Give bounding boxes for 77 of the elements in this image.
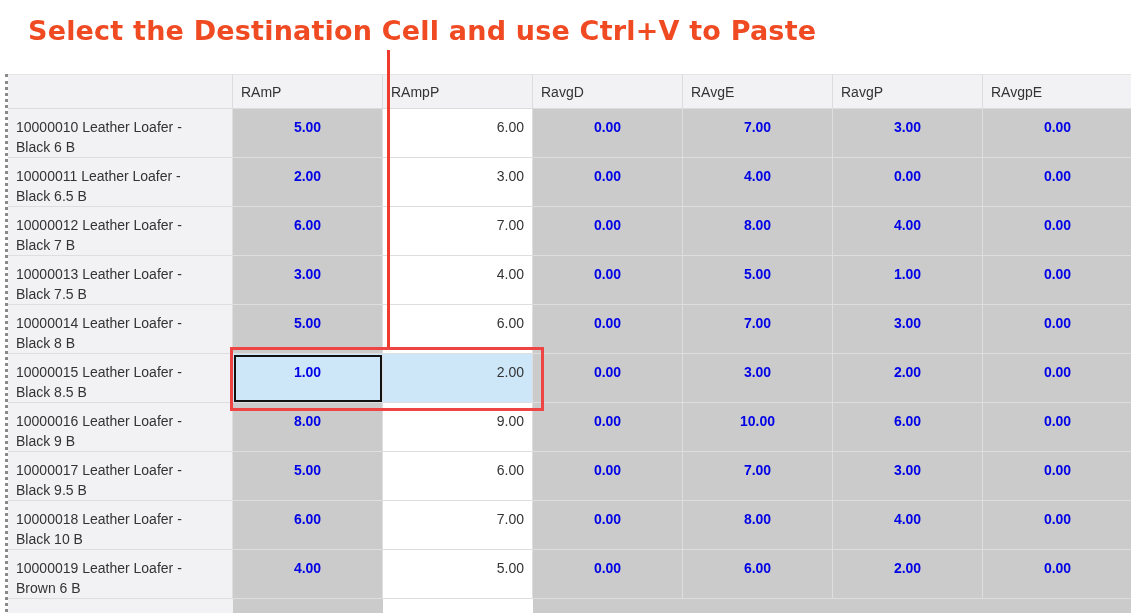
table-cell[interactable]: 0.00 [983,550,1131,599]
table-cell[interactable]: 0.00 [983,158,1131,207]
table-cell[interactable]: 0.00 [983,354,1131,403]
table-cell[interactable]: 4.00 [683,158,833,207]
table-cell[interactable]: 6.00 [233,207,383,256]
table-cell[interactable]: 5.00 [233,109,383,158]
table-cell[interactable]: 6.00 [833,403,983,452]
table-cell[interactable]: 0.00 [983,207,1131,256]
column-header[interactable]: RavgP [833,74,983,109]
table-cell[interactable]: 5.00 [233,452,383,501]
row-label: 10000017 Leather Loafer - Black 9.5 B [8,452,233,501]
table-cell[interactable]: 0.00 [533,305,683,354]
table-cell[interactable]: 0.00 [533,403,683,452]
table-cell[interactable]: 3.00 [683,354,833,403]
column-header[interactable]: RAmP [233,74,383,109]
row-label: 10000019 Leather Loafer - Brown 6 B [8,550,233,599]
row-label: 10000013 Leather Loafer - Black 7.5 B [8,256,233,305]
table-cell[interactable]: 3.00 [833,305,983,354]
column-header[interactable]: RavgD [533,74,683,109]
table-cell[interactable]: 1.00 [833,256,983,305]
table-cell[interactable]: 8.00 [683,207,833,256]
column-header[interactable]: RAmpP [383,74,533,109]
table-cell[interactable]: 7.00 [683,109,833,158]
table-cell[interactable]: 6.00 [383,109,533,158]
table-cell[interactable]: 4.00 [233,550,383,599]
table-cell[interactable]: 5.00 [683,256,833,305]
table-cell[interactable]: 6.00 [383,305,533,354]
row-label: 10000011 Leather Loafer - Black 6.5 B [8,158,233,207]
table-cell[interactable]: 0.00 [533,256,683,305]
table-cell[interactable]: 2.00 [833,550,983,599]
table-cell[interactable]: 0.00 [983,452,1131,501]
table-cell[interactable]: 0.00 [533,550,683,599]
table-cell[interactable]: 0.00 [533,207,683,256]
column-header[interactable]: RAvgE [683,74,833,109]
table-cell[interactable]: 0.00 [983,109,1131,158]
table-cell[interactable]: 0.00 [983,305,1131,354]
table-cell[interactable]: 3.00 [233,256,383,305]
row-label: 10000012 Leather Loafer - Black 7 B [8,207,233,256]
table-cell[interactable]: 7.00 [383,501,533,550]
table-cell[interactable]: 4.00 [383,256,533,305]
table-cell[interactable]: 0.00 [533,452,683,501]
row-label: 10000018 Leather Loafer - Black 10 B [8,501,233,550]
table-cell[interactable]: 10.00 [683,403,833,452]
table-cell[interactable]: 3.00 [833,452,983,501]
table-cell[interactable]: 4.00 [833,207,983,256]
table-cell[interactable]: 6.00 [683,550,833,599]
table-cell[interactable]: 1.00 [233,354,383,403]
table-cell[interactable]: 0.00 [983,501,1131,550]
row-label: 10000016 Leather Loafer - Black 9 B [8,403,233,452]
table-cell[interactable]: 0.00 [533,354,683,403]
row-label: 10000010 Leather Loafer - Black 6 B [8,109,233,158]
table-cell[interactable]: 6.00 [233,501,383,550]
table-cell[interactable]: 7.00 [683,305,833,354]
table-cell[interactable]: 7.00 [383,207,533,256]
table-cell[interactable]: 6.00 [383,452,533,501]
table-cell[interactable]: 5.00 [233,305,383,354]
table-cell[interactable]: 2.00 [233,158,383,207]
table-cell[interactable]: 8.00 [233,403,383,452]
table-cell[interactable]: 3.00 [383,158,533,207]
row-label: 10000014 Leather Loafer - Black 8 B [8,305,233,354]
row-label: 10000015 Leather Loafer - Black 8.5 B [8,354,233,403]
table-cell[interactable]: 0.00 [533,501,683,550]
column-header[interactable]: RAvgpE [983,74,1131,109]
table-cell[interactable]: 0.00 [833,158,983,207]
table-cell[interactable]: 4.00 [833,501,983,550]
table-cell[interactable]: 9.00 [383,403,533,452]
table-cell[interactable]: 0.00 [983,403,1131,452]
table-cell[interactable]: 0.00 [533,158,683,207]
table-cell[interactable]: 7.00 [683,452,833,501]
table-cell[interactable]: 8.00 [683,501,833,550]
table-cell[interactable]: 2.00 [833,354,983,403]
table-cell[interactable]: 3.00 [833,109,983,158]
table-cell[interactable]: 2.00 [383,354,533,403]
table-cell[interactable]: 0.00 [533,109,683,158]
table-cell[interactable]: 5.00 [383,550,533,599]
table-cell[interactable]: 0.00 [983,256,1131,305]
instruction-title: Select the Destination Cell and use Ctrl+V to Paste [28,15,817,46]
